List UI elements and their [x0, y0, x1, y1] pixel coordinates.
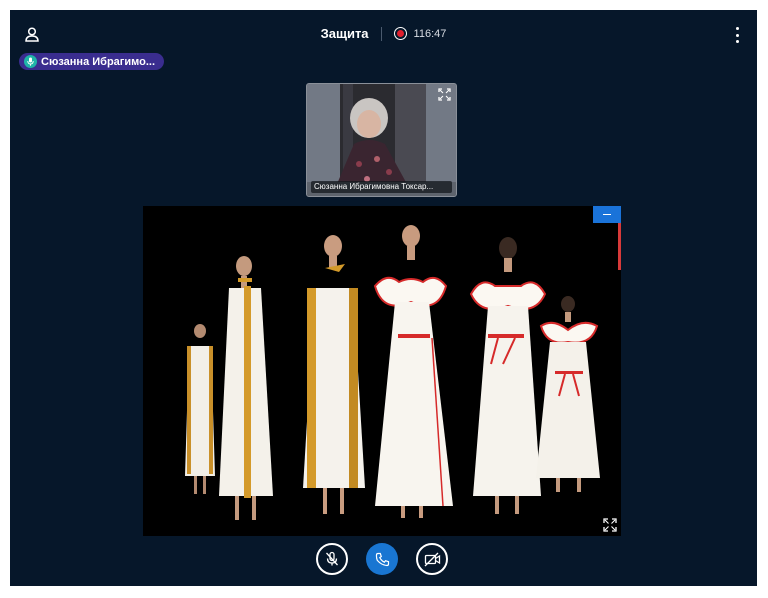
scroll-indicator	[618, 223, 621, 270]
leave-audio-button[interactable]	[366, 543, 398, 575]
webcam-tile[interactable]: Сюзанна Ибрагимовна Токсар...	[306, 83, 457, 197]
meeting-title: Защита	[320, 26, 369, 41]
fullscreen-icon[interactable]	[603, 518, 617, 532]
talker-name: Сюзанна Ибрагимо...	[41, 55, 156, 68]
screenshare-panel	[143, 206, 621, 536]
options-menu-button[interactable]	[733, 27, 741, 43]
microphone-muted-icon	[326, 551, 338, 566]
video-off-icon	[424, 552, 440, 566]
phone-icon	[375, 552, 389, 566]
recording-time: 116:47	[413, 27, 447, 40]
media-controls	[316, 543, 448, 577]
share-webcam-button[interactable]	[416, 543, 448, 575]
header-divider	[380, 26, 382, 41]
mute-button[interactable]	[316, 543, 348, 575]
conference-window: Защита 116:47 Сюзанна Ибрагимо... Сюзанн…	[10, 10, 757, 586]
webcam-video	[307, 84, 456, 196]
header: Защита 116:47	[10, 26, 757, 41]
fullscreen-icon[interactable]	[437, 87, 452, 102]
microphone-icon	[24, 55, 37, 68]
presentation-slide	[143, 206, 621, 536]
recording-indicator[interactable]: 116:47	[393, 27, 447, 40]
minimize-icon	[603, 213, 611, 216]
webcam-participant-name: Сюзанна Ибрагимовна Токсар...	[311, 181, 452, 193]
more-vertical-icon	[735, 27, 739, 30]
record-icon	[393, 27, 407, 40]
talking-indicator[interactable]: Сюзанна Ибрагимо...	[19, 53, 165, 70]
minimize-presentation-button[interactable]	[593, 206, 621, 223]
